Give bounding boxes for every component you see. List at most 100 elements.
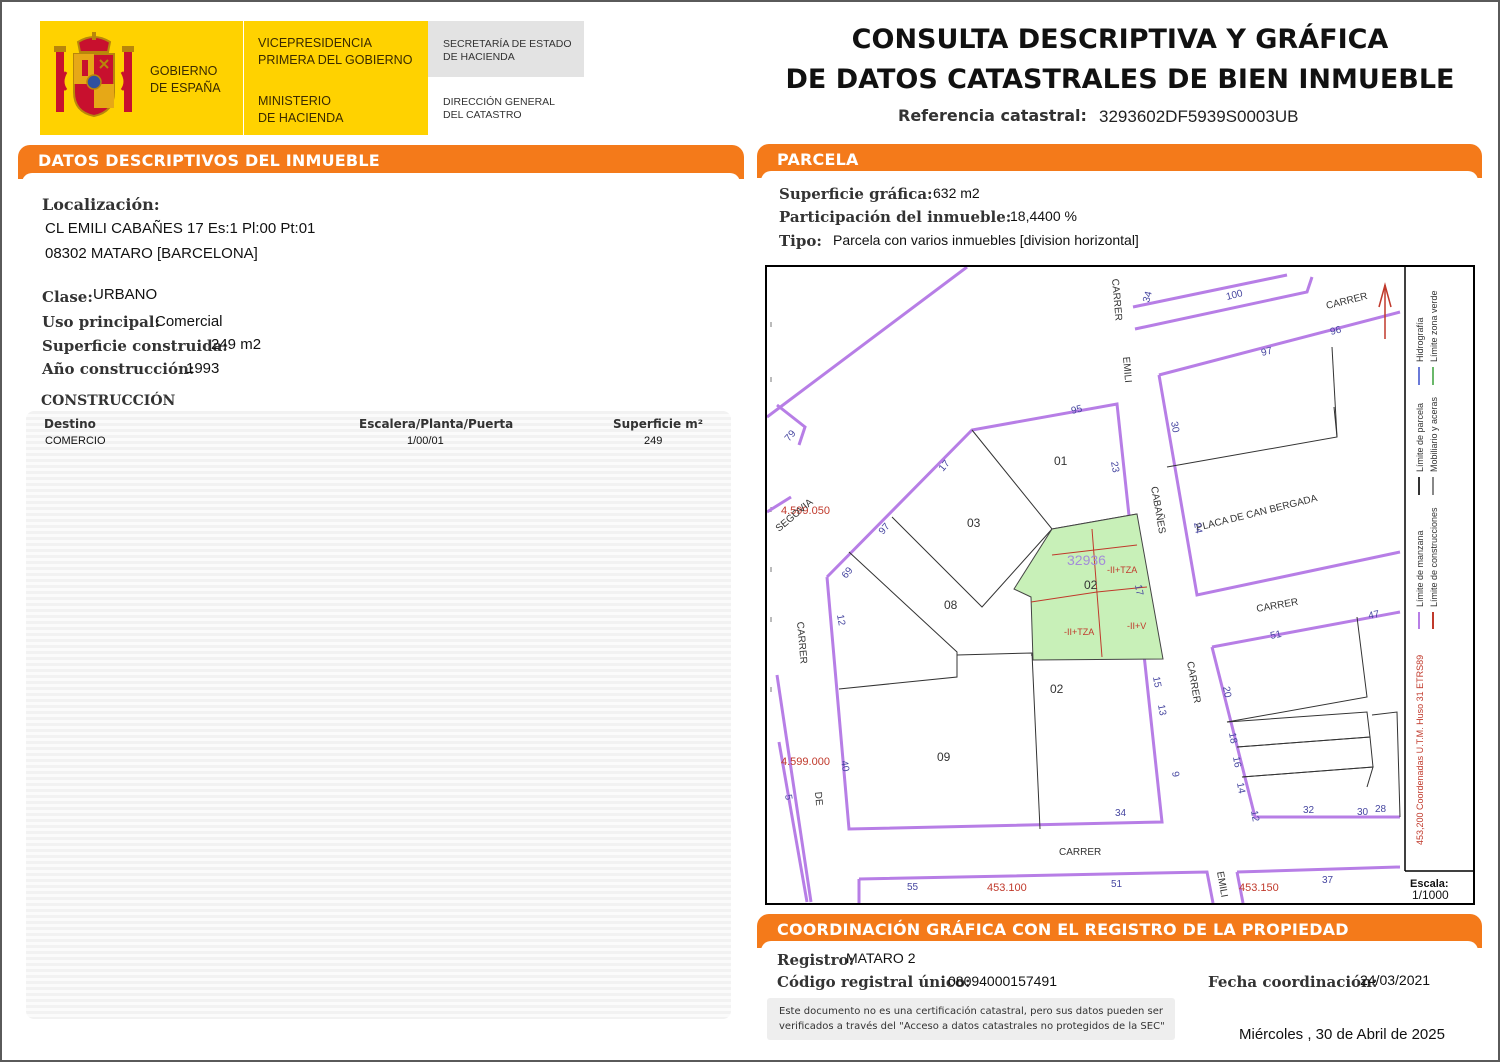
direccion-line2: del Catastro <box>443 109 522 121</box>
map-num-30: 30 <box>1168 421 1181 434</box>
direccion-label: Dirección General del Catastro <box>443 96 555 122</box>
registro-label: Registro: <box>777 951 855 969</box>
map-street-de: DE <box>812 791 824 806</box>
uso-value: Comercial <box>155 313 223 330</box>
map-parcel-tag2: -II+TZA <box>1064 627 1094 637</box>
cell-destino: COMERCIO <box>45 435 106 447</box>
map-num-47: 47 <box>1367 609 1381 622</box>
vicepresidencia-line2: Primera del Gobierno <box>258 53 413 67</box>
map-num-37: 37 <box>1322 875 1334 886</box>
descriptivos-header-curve <box>22 173 740 183</box>
gobierno-line2: de España <box>150 81 221 95</box>
escala-value: 1/1000 <box>1412 888 1449 902</box>
map-num-79: 79 <box>783 428 799 444</box>
title-line2: DE DATOS CATASTRALES DE BIEN INMUEBLE <box>785 64 1455 95</box>
fecha-coordinacion-label: Fecha coordinación: <box>1208 973 1378 991</box>
coordinacion-title: COORDINACIÓN GRÁFICA CON EL REGISTRO DE … <box>777 920 1349 939</box>
legend-zona-verde: Límite zona verde <box>1429 290 1439 362</box>
map-street-carrer-bottom: CARRER <box>1059 847 1101 858</box>
vicepresidencia-label: Vicepresidencia Primera del Gobierno <box>258 35 412 69</box>
referencia-label: Referencia catastral: <box>898 106 1087 125</box>
ministerio-line2: de Hacienda <box>258 111 344 125</box>
logo-divider <box>243 21 244 135</box>
legend-limite-manzana: Límite de manzana <box>1415 530 1425 607</box>
map-street-emili-bottom: EMILI <box>1214 871 1229 899</box>
gobierno-label: Gobierno de España <box>150 63 221 97</box>
cell-epp: 1/00/01 <box>407 435 444 447</box>
clase-label: Clase: <box>42 288 93 306</box>
coat-of-arms-icon <box>54 32 134 118</box>
map-lot-01: 01 <box>1054 454 1068 468</box>
parcela-title: PARCELA <box>777 150 859 169</box>
clase-value: URBANO <box>93 286 158 303</box>
disclaimer-text: Este documento no es una certificación c… <box>779 1004 1165 1034</box>
cadastral-map[interactable]: 01 03 08 02 02 09 32936 -II+TZA -II+TZA … <box>765 265 1475 905</box>
disclaimer-line1: Este documento no es una certificación c… <box>779 1006 1164 1017</box>
map-street-carrer-west: CARRER <box>794 621 809 664</box>
document-title: CONSULTA DESCRIPTIVA Y GRÁFICA DE DATOS … <box>760 20 1480 100</box>
map-lot-08: 08 <box>944 598 958 612</box>
map-num-20: 20 <box>1220 686 1233 699</box>
map-parcel-id: 32936 <box>1067 552 1106 568</box>
map-num-51b: 51 <box>1111 879 1123 890</box>
map-num-34b: 34 <box>1115 808 1127 819</box>
map-num-17a: 17 <box>937 458 953 474</box>
map-num-13: 13 <box>1155 704 1168 717</box>
superficie-grafica-value: 632 m2 <box>933 185 980 201</box>
map-num-95: 95 <box>1070 403 1084 416</box>
codigo-label: Código registral único: <box>777 973 971 991</box>
secretaria-label: Secretaría de Estado de Hacienda <box>443 38 572 64</box>
col-escalera-planta-puerta: Escalera/Planta/Puerta <box>359 417 514 431</box>
map-num-40: 40 <box>838 760 851 773</box>
anio-label: Año construcción: <box>42 360 195 378</box>
map-num-100: 100 <box>1225 288 1244 303</box>
map-num-28: 28 <box>1375 804 1387 815</box>
disclaimer-line2: verificados a través del "Acceso a datos… <box>779 1021 1165 1032</box>
construccion-table <box>26 411 731 1019</box>
map-street-emili: EMILI <box>1120 356 1133 383</box>
gobierno-line1: Gobierno <box>150 64 218 78</box>
map-street-carrer-left: CARRER <box>1109 278 1124 321</box>
map-num-55: 55 <box>907 882 919 893</box>
map-lot-02b: 02 <box>1050 682 1064 696</box>
localizacion-label: Localización: <box>42 195 160 214</box>
descriptivos-title: DATOS DESCRIPTIVOS DEL INMUEBLE <box>38 151 380 170</box>
map-num-9: 9 <box>1169 771 1181 779</box>
map-num-51: 51 <box>1269 629 1283 642</box>
col-destino: Destino <box>44 417 96 431</box>
map-parcel-tag1: -II+TZA <box>1107 565 1137 575</box>
localizacion-line2: 08302 MATARO [BARCELONA] <box>45 245 258 262</box>
codigo-value: 08094000157491 <box>948 973 1058 989</box>
map-num-30b: 30 <box>1357 807 1369 818</box>
cell-superficie: 249 <box>644 435 663 447</box>
map-street-plaza: PLACA DE CAN BERGADA <box>1195 493 1319 534</box>
referencia-value: 3293602DF5939S0003UB <box>1099 107 1299 126</box>
map-coord-x1: 453.100 <box>987 882 1027 894</box>
superficie-construida-label: Superficie construida: <box>42 337 228 355</box>
map-num-23: 23 <box>1108 461 1121 474</box>
map-street-carrer-mid: CARRER <box>1256 597 1300 615</box>
map-num-12: 12 <box>834 614 847 627</box>
map-num-32: 32 <box>1303 805 1315 816</box>
map-street-cabanes: CABAÑES <box>1148 485 1169 535</box>
title-line1: CONSULTA DESCRIPTIVA Y GRÁFICA <box>851 24 1389 55</box>
disclaimer-box: Este documento no es una certificación c… <box>767 998 1175 1040</box>
tipo-label: Tipo: <box>779 232 822 250</box>
fecha-coordinacion-value: 24/03/2021 <box>1360 972 1431 988</box>
map-num-69: 69 <box>840 565 856 581</box>
registro-value: MATARO 2 <box>846 950 916 966</box>
ministerio-line1: Ministerio <box>258 94 331 108</box>
secretaria-line1: Secretaría de Estado <box>443 38 572 50</box>
north-arrow-icon <box>1378 282 1392 339</box>
parcela-header-curve <box>761 171 1478 181</box>
secretaria-line2: de Hacienda <box>443 51 515 63</box>
map-num-97: 97 <box>1260 345 1274 358</box>
map-street-carrer-top: CARRER <box>1325 291 1369 312</box>
vicepresidencia-line1: Vicepresidencia <box>258 36 372 50</box>
anio-value: 1993 <box>186 360 220 377</box>
superficie-grafica-label: Superficie gráfica: <box>779 185 933 203</box>
map-num-24: 24 <box>1191 522 1204 535</box>
map-num-15: 15 <box>1150 676 1163 689</box>
construccion-title: CONSTRUCCIÓN <box>41 393 176 409</box>
legend-limite-construcciones: Límite de construcciones <box>1429 507 1439 607</box>
